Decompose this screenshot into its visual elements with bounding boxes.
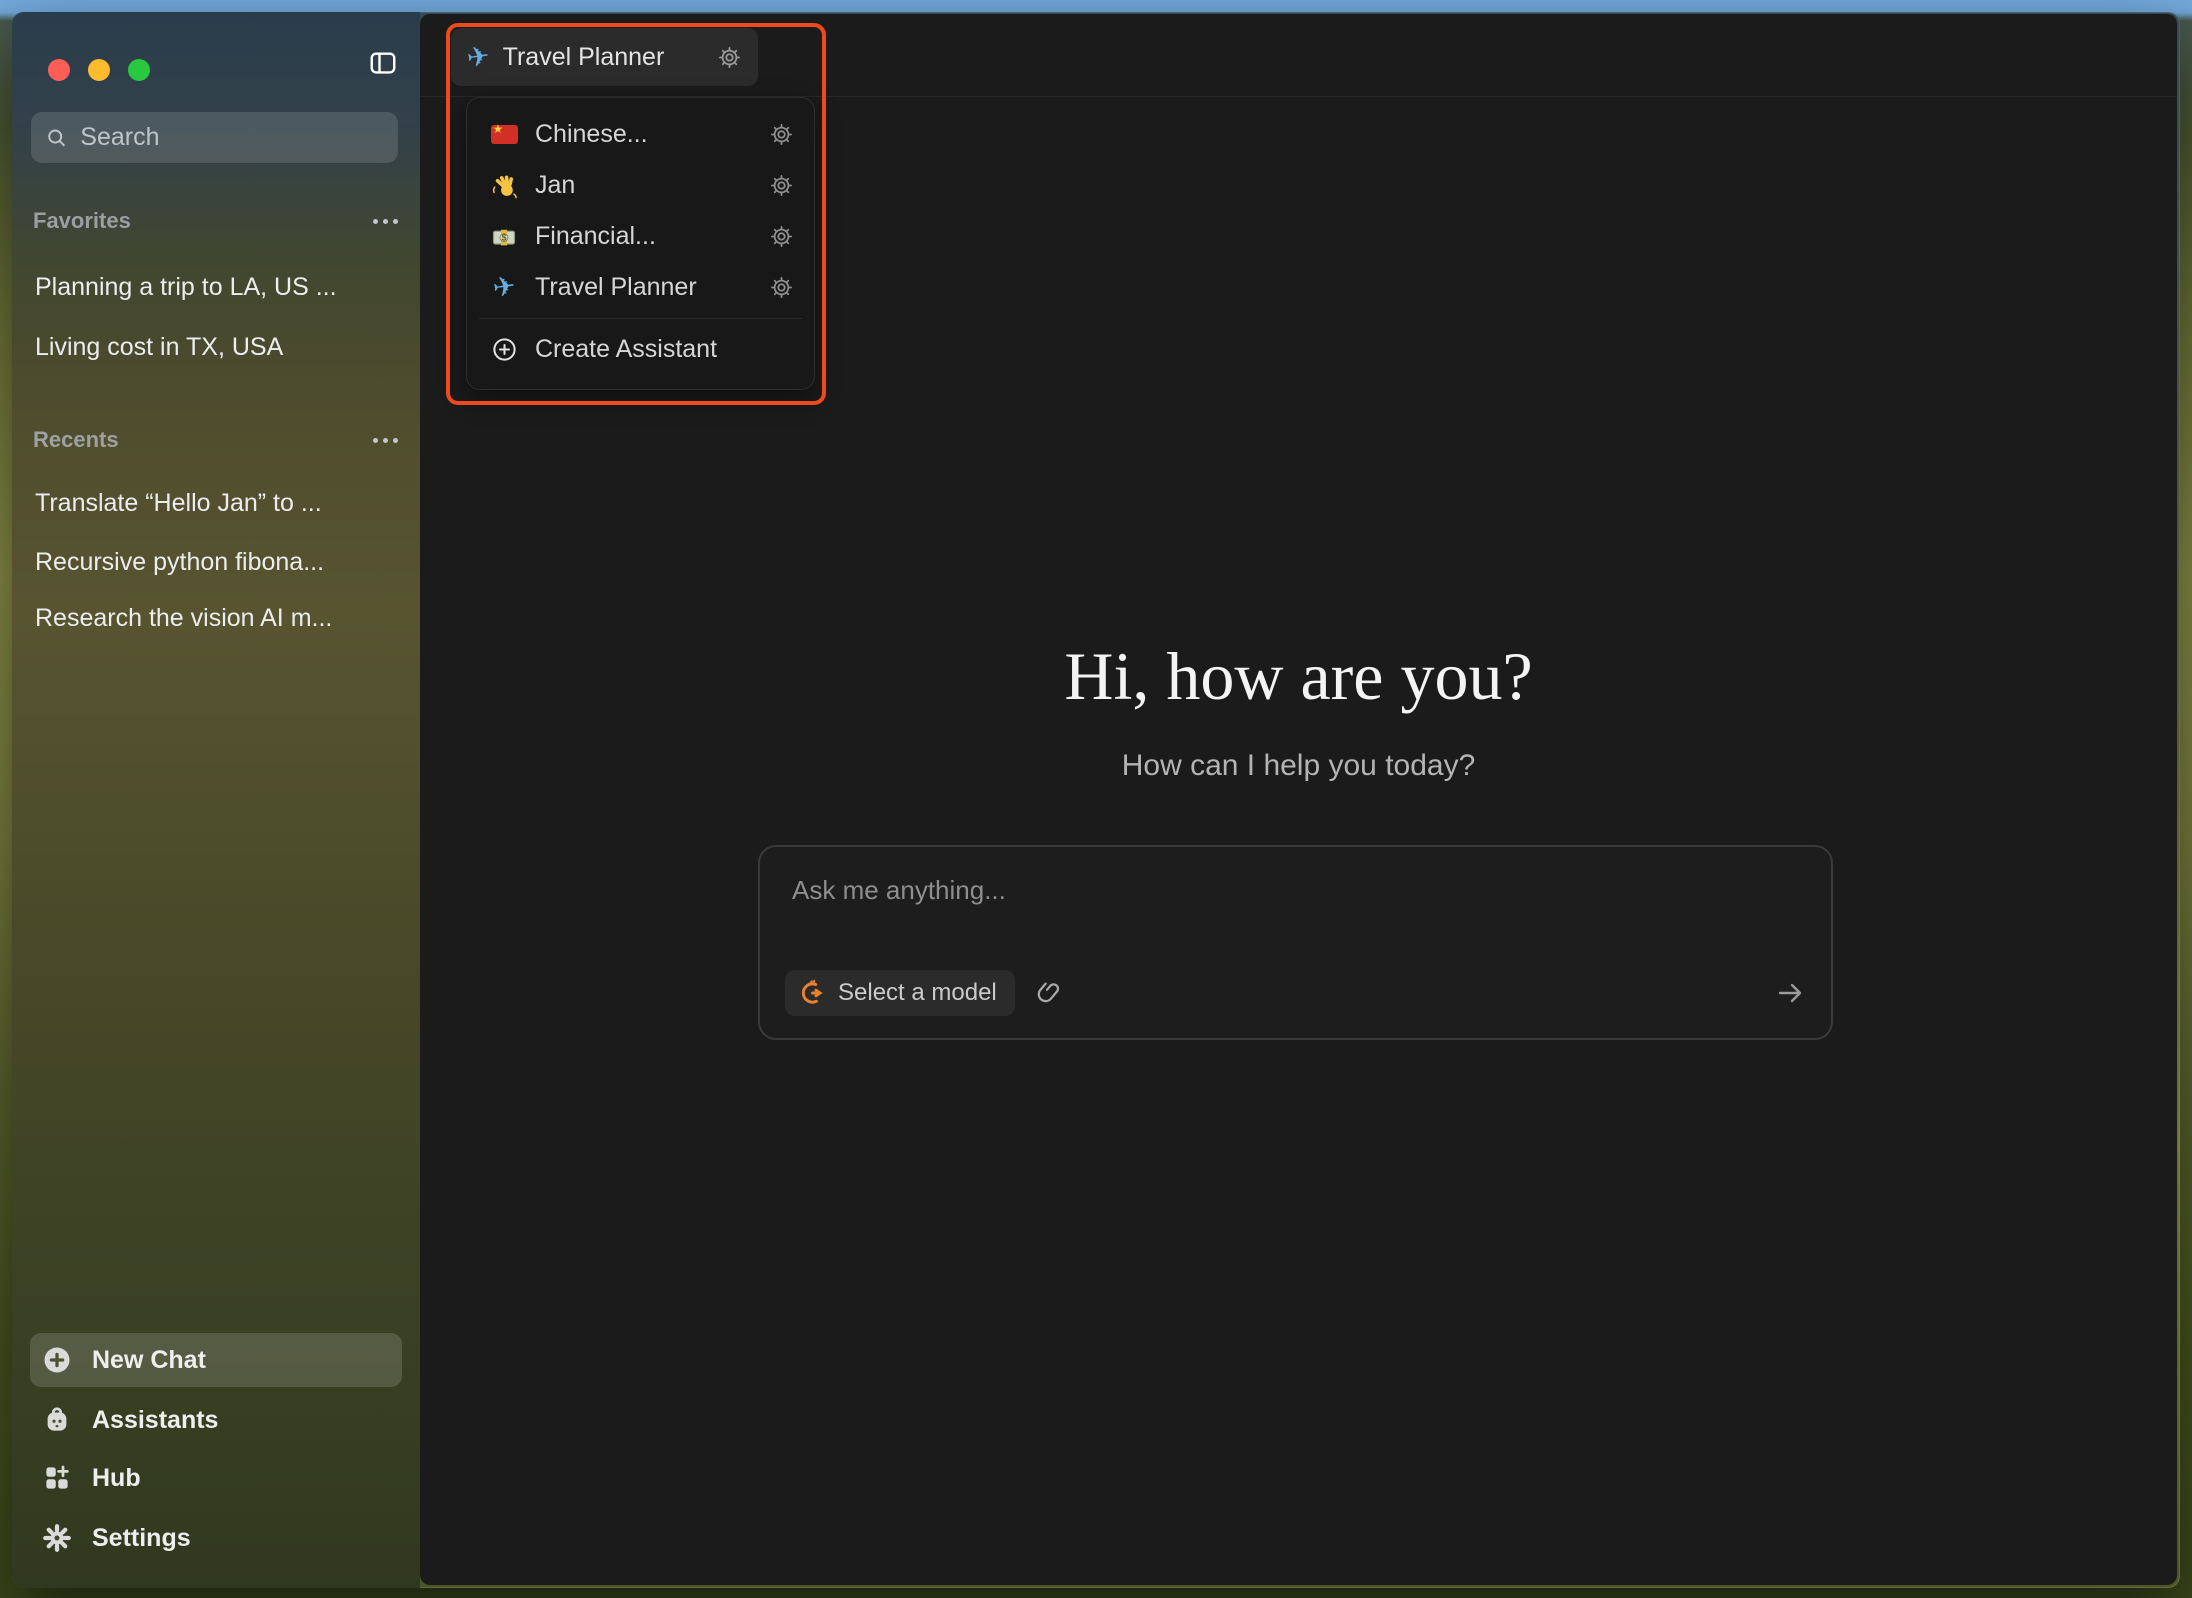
svg-text:$: $: [502, 232, 507, 242]
select-model-button[interactable]: Select a model: [785, 970, 1015, 1016]
favorites-section-header: Favorites: [33, 206, 400, 236]
gear-outline-icon[interactable]: [769, 224, 794, 249]
app-window: Favorites Planning a trip to LA, US ... …: [12, 12, 2180, 1588]
paperclip-icon: [1029, 972, 1071, 1014]
sidebar: Favorites Planning a trip to LA, US ... …: [12, 12, 420, 1588]
chat-composer: Ask me anything... Select a model: [758, 845, 1833, 1040]
assistant-option-travel-planner[interactable]: ✈ Travel Planner: [477, 262, 804, 313]
close-button[interactable]: [48, 59, 70, 81]
attach-button[interactable]: [1035, 978, 1065, 1008]
favorite-item-trip-la[interactable]: Planning a trip to LA, US ...: [24, 261, 408, 313]
favorites-ellipsis-icon[interactable]: [371, 215, 400, 228]
gear-outline-icon[interactable]: [769, 275, 794, 300]
recent-item-translate[interactable]: Translate “Hello Jan” to ...: [24, 477, 408, 529]
recents-ellipsis-icon[interactable]: [371, 434, 400, 447]
composer-input[interactable]: Ask me anything...: [792, 875, 1006, 906]
search-input[interactable]: [80, 123, 384, 152]
nav-label: Assistants: [92, 1406, 218, 1435]
recent-item-label: Research the vision AI m...: [35, 604, 332, 633]
assistant-option-label: Travel Planner: [535, 273, 755, 302]
sidebar-item-new-chat[interactable]: New Chat: [30, 1333, 402, 1387]
zoom-button[interactable]: [128, 59, 150, 81]
assistant-option-label: Financial...: [535, 222, 755, 251]
sidebar-item-assistants[interactable]: Assistants: [30, 1393, 402, 1447]
assistant-dropdown: Chinese...: [466, 97, 815, 390]
nav-label: New Chat: [92, 1346, 206, 1375]
gear-outline-icon[interactable]: [769, 173, 794, 198]
recent-item-research[interactable]: Research the vision AI m...: [24, 592, 408, 644]
airplane-icon: ✈: [465, 42, 491, 72]
gear-icon: [42, 1523, 72, 1553]
banknote-icon: $: [490, 223, 518, 251]
search-bar[interactable]: [31, 112, 398, 163]
dropdown-divider: [479, 318, 802, 319]
favorite-item-label: Planning a trip to LA, US ...: [35, 273, 337, 302]
toggle-sidebar-icon[interactable]: [368, 48, 398, 78]
send-button[interactable]: [1774, 977, 1806, 1009]
minimize-button[interactable]: [88, 59, 110, 81]
hub-grid-plus-icon: [42, 1463, 72, 1493]
assistant-option-chinese[interactable]: Chinese...: [477, 109, 804, 160]
airplane-icon: ✈: [491, 273, 517, 303]
waving-hand-icon: [490, 172, 518, 200]
plus-circle-outline-icon: [491, 336, 518, 363]
recents-label: Recents: [33, 427, 119, 453]
assistant-option-jan[interactable]: Jan: [477, 160, 804, 211]
create-assistant-button[interactable]: Create Assistant: [477, 324, 804, 375]
search-icon: [45, 125, 68, 151]
traffic-lights: [48, 59, 150, 81]
create-assistant-label: Create Assistant: [535, 335, 794, 364]
assistant-option-financial[interactable]: $ Financial...: [477, 211, 804, 262]
assistant-option-label: Jan: [535, 171, 755, 200]
recent-item-label: Translate “Hello Jan” to ...: [35, 489, 322, 518]
sidebar-item-hub[interactable]: Hub: [30, 1451, 402, 1505]
assistant-switcher-button[interactable]: ✈ Travel Planner: [451, 28, 758, 86]
gear-outline-icon[interactable]: [769, 122, 794, 147]
greeting-title: Hi, how are you?: [420, 642, 2177, 710]
gear-outline-icon[interactable]: [717, 45, 742, 70]
recent-item-recursive[interactable]: Recursive python fibona...: [24, 536, 408, 588]
nav-label: Hub: [92, 1464, 141, 1493]
favorite-item-living-cost[interactable]: Living cost in TX, USA: [24, 321, 408, 373]
recent-item-label: Recursive python fibona...: [35, 548, 324, 577]
llama-logo-icon: [797, 978, 827, 1008]
china-flag-icon: [491, 125, 518, 144]
greeting-subtitle: How can I help you today?: [420, 749, 2177, 783]
assistant-switcher-label: Travel Planner: [503, 43, 704, 72]
assistant-robot-icon: [42, 1405, 72, 1435]
favorites-label: Favorites: [33, 208, 131, 234]
arrow-right-icon: [1774, 977, 1806, 1009]
main-panel: ✈ Travel Planner Chinese...: [420, 14, 2177, 1585]
assistant-option-label: Chinese...: [535, 120, 755, 149]
plus-circle-icon: [42, 1345, 72, 1375]
favorite-item-label: Living cost in TX, USA: [35, 333, 283, 362]
recents-section-header: Recents: [33, 425, 400, 455]
select-model-label: Select a model: [838, 979, 997, 1007]
nav-label: Settings: [92, 1524, 191, 1553]
sidebar-item-settings[interactable]: Settings: [30, 1511, 402, 1565]
